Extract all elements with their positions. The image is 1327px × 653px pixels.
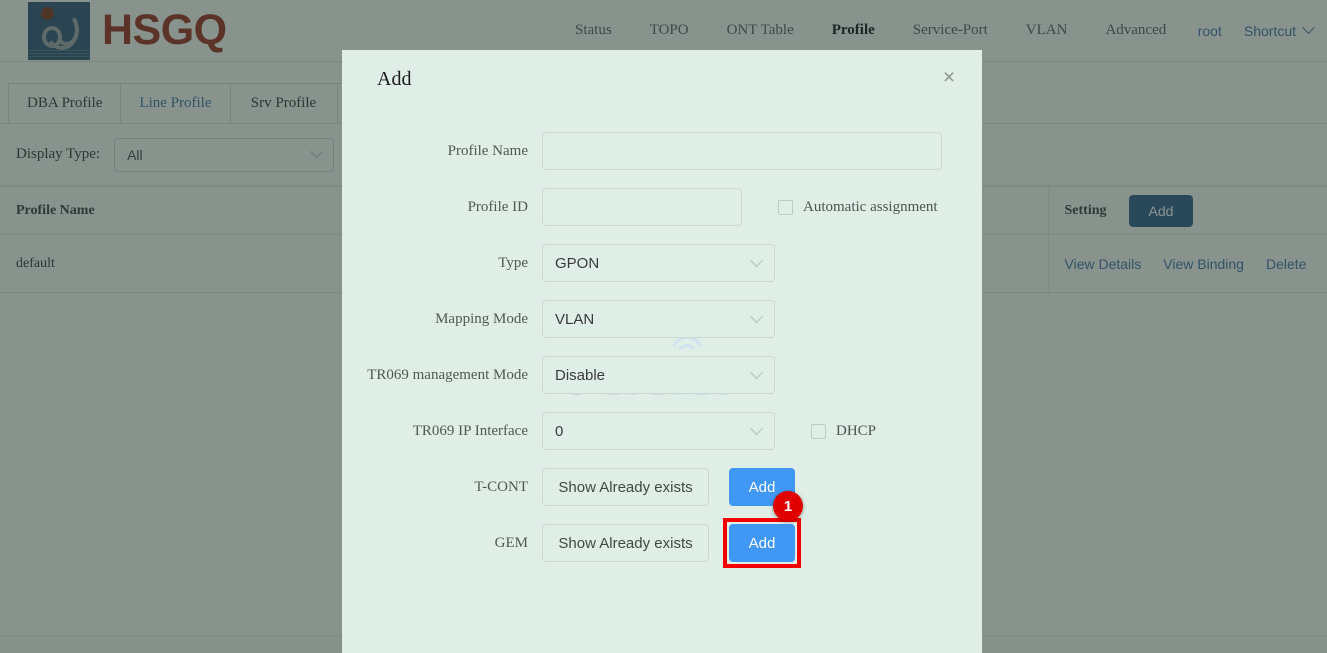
checkbox-icon bbox=[811, 423, 826, 439]
tr069-ip-interface-select[interactable]: 0 bbox=[542, 412, 775, 450]
automatic-assignment-label: Automatic assignment bbox=[803, 198, 938, 215]
chevron-down-icon bbox=[750, 309, 763, 323]
gem-add-highlight-wrapper: Add 1 bbox=[723, 491, 803, 568]
dhcp-checkbox[interactable]: DHCP bbox=[811, 423, 876, 440]
profile-id-input[interactable] bbox=[542, 188, 742, 226]
type-value: GPON bbox=[555, 254, 600, 272]
app-root: HSGQ Status TOPO ONT Table Profile Servi… bbox=[0, 0, 1327, 653]
chevron-down-icon bbox=[750, 421, 763, 435]
dialog-body: ForoISP Profile Name Profile ID Automati… bbox=[342, 108, 982, 568]
dhcp-label: DHCP bbox=[836, 422, 877, 439]
chevron-down-icon bbox=[750, 253, 763, 267]
field-row-profile-name: Profile Name bbox=[342, 132, 982, 170]
tr069-ip-interface-label: TR069 IP Interface bbox=[412, 422, 528, 439]
tr069-management-mode-label: TR069 management Mode bbox=[367, 366, 528, 383]
field-row-gem: GEM Show Already exists Add 1 bbox=[342, 491, 982, 568]
automatic-assignment-checkbox[interactable]: Automatic assignment bbox=[778, 199, 938, 216]
dialog-header: Add × bbox=[342, 50, 982, 108]
mapping-mode-value: VLAN bbox=[555, 310, 595, 328]
tr069-management-mode-select[interactable]: Disable bbox=[542, 356, 775, 394]
field-row-tr069-ip-interface: TR069 IP Interface 0 DHCP bbox=[342, 412, 982, 450]
dialog-title: Add bbox=[377, 67, 412, 90]
tr069-ip-interface-value: 0 bbox=[555, 422, 564, 440]
tr069-management-mode-value: Disable bbox=[555, 366, 606, 384]
mapping-mode-select[interactable]: VLAN bbox=[542, 300, 775, 338]
field-row-type: Type GPON bbox=[342, 244, 982, 282]
gem-show-existing-button[interactable]: Show Already exists bbox=[542, 524, 709, 562]
field-row-mapping-mode: Mapping Mode VLAN bbox=[342, 300, 982, 338]
profile-name-label: Profile Name bbox=[447, 142, 528, 159]
close-icon[interactable]: × bbox=[938, 67, 960, 90]
tcont-show-existing-button[interactable]: Show Already exists bbox=[542, 468, 709, 506]
field-row-tcont: T-CONT Show Already exists Add bbox=[342, 468, 982, 506]
field-row-tr069-management-mode: TR069 management Mode Disable bbox=[342, 356, 982, 394]
step-badge: 1 bbox=[773, 491, 803, 521]
checkbox-icon bbox=[778, 199, 793, 215]
gem-label: GEM bbox=[494, 534, 528, 551]
tcont-label: T-CONT bbox=[474, 478, 528, 495]
field-row-profile-id: Profile ID Automatic assignment bbox=[342, 188, 982, 226]
profile-name-input[interactable] bbox=[542, 132, 942, 170]
chevron-down-icon bbox=[750, 365, 763, 379]
type-select[interactable]: GPON bbox=[542, 244, 775, 282]
gem-add-button[interactable]: Add bbox=[729, 524, 795, 562]
add-line-profile-dialog: Add × ForoISP Profile Name Profile ID bbox=[342, 50, 982, 653]
mapping-mode-label: Mapping Mode bbox=[435, 310, 528, 327]
profile-id-label: Profile ID bbox=[467, 198, 528, 215]
type-label: Type bbox=[498, 254, 528, 271]
